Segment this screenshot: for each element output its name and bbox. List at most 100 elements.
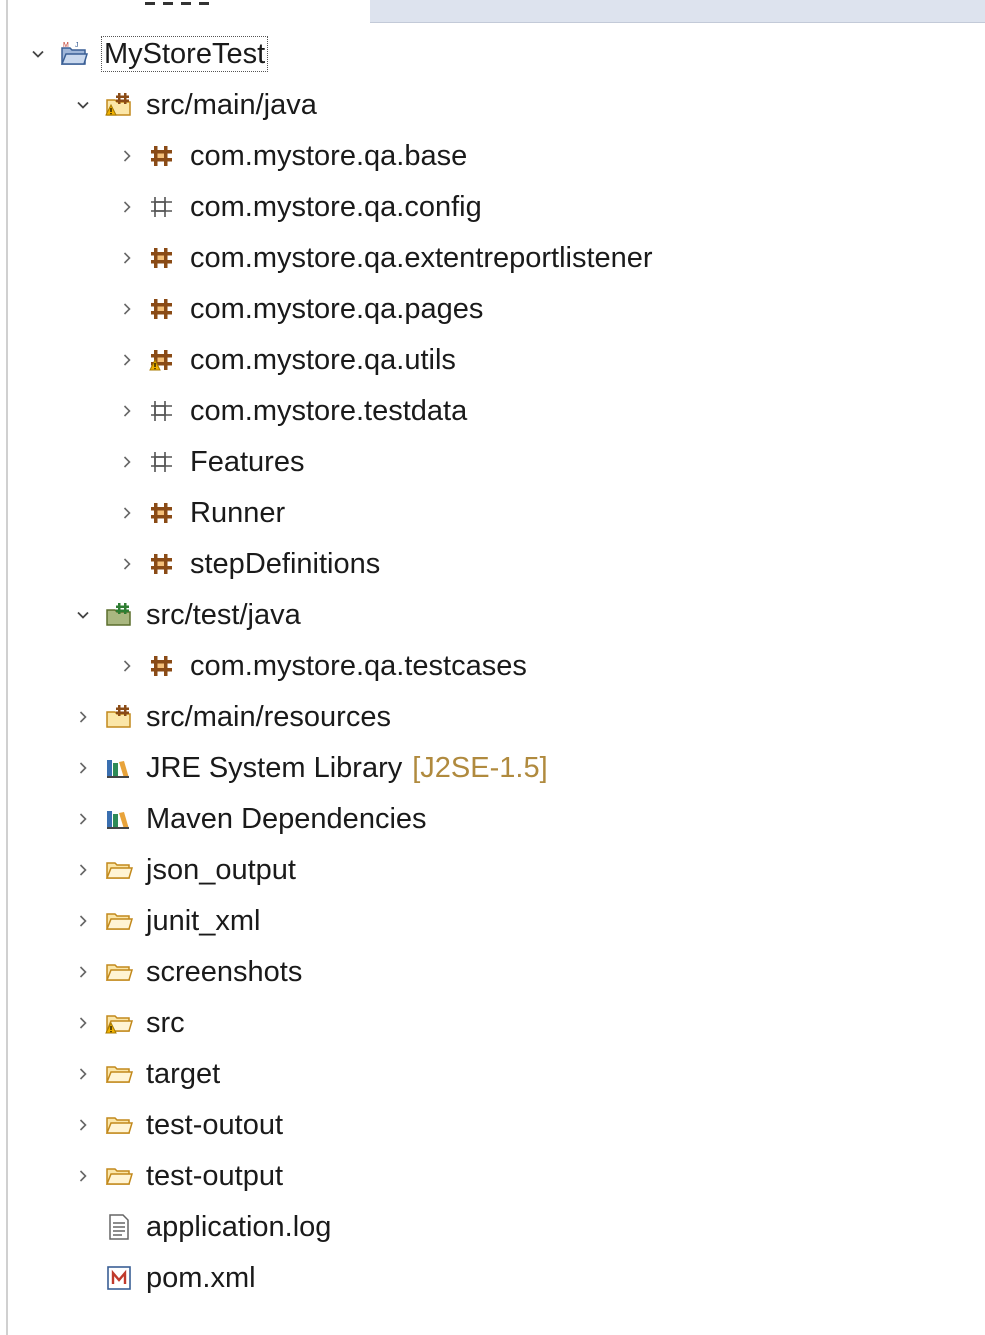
package-icon (148, 498, 178, 528)
chevron-right-icon[interactable] (72, 910, 94, 932)
chevron-right-icon[interactable] (72, 808, 94, 830)
folder-icon (104, 1059, 134, 1089)
empty-package-icon (148, 396, 178, 426)
maven-pom-icon (104, 1263, 134, 1293)
chevron-down-icon[interactable] (72, 94, 94, 116)
package-icon (148, 294, 178, 324)
tree-item-folder[interactable]: target (72, 1048, 220, 1099)
package-warning-icon (148, 345, 178, 375)
chevron-right-icon[interactable] (116, 145, 138, 167)
tree-item-label: com.mystore.qa.base (190, 139, 468, 172)
tree-item-maven-dependencies[interactable]: Maven Dependencies (72, 793, 427, 844)
folder-icon (104, 855, 134, 885)
folder-icon (104, 1161, 134, 1191)
chevron-right-icon[interactable] (72, 1063, 94, 1085)
tree-item-package[interactable]: com.mystore.qa.pages (116, 283, 483, 334)
tree-item-folder[interactable]: junit_xml (72, 895, 260, 946)
library-icon (104, 804, 134, 834)
chevron-down-icon[interactable] (27, 43, 49, 65)
package-icon (148, 141, 178, 171)
chevron-right-icon[interactable] (116, 502, 138, 524)
text-file-icon (104, 1212, 134, 1242)
chevron-right-icon[interactable] (72, 1114, 94, 1136)
tree-item-label: com.mystore.qa.extentreportlistener (190, 241, 653, 274)
chevron-right-icon[interactable] (116, 247, 138, 269)
tree-item-src-test-java[interactable]: src/test/java (72, 589, 301, 640)
folder-warning-icon (104, 1008, 134, 1038)
tree-item-label: screenshots (146, 955, 303, 988)
tree-item-jre-library[interactable]: JRE System Library [J2SE-1.5] (72, 742, 548, 793)
tree-item-label: com.mystore.testdata (190, 394, 468, 427)
tree-item-folder[interactable]: test-outout (72, 1099, 283, 1150)
chevron-right-icon[interactable] (72, 859, 94, 881)
tree-item-label: pom.xml (146, 1261, 256, 1294)
chevron-right-icon[interactable] (116, 655, 138, 677)
tree-item-label: junit_xml (146, 904, 261, 937)
tree-item-package[interactable]: stepDefinitions (116, 538, 380, 589)
chevron-right-icon[interactable] (116, 298, 138, 320)
tree-item-package[interactable]: com.mystore.qa.config (116, 181, 482, 232)
folder-icon (104, 906, 134, 936)
tree-item-package[interactable]: com.mystore.qa.utils (116, 334, 456, 385)
horizontal-scrollbar[interactable] (370, 0, 985, 23)
chevron-right-icon[interactable] (116, 553, 138, 575)
tree-item-label: target (146, 1057, 221, 1090)
chevron-right-icon[interactable] (116, 349, 138, 371)
project-icon (59, 39, 89, 69)
tree-item-package[interactable]: Runner (116, 487, 285, 538)
tree-item-label: com.mystore.qa.pages (190, 292, 484, 325)
tree-item-folder[interactable]: screenshots (72, 946, 302, 997)
tree-item-label: test-outout (146, 1108, 284, 1141)
tree-item-label: Features (190, 445, 305, 478)
tree-item-label: src (146, 1006, 185, 1039)
tree-item-label: JRE System Library (146, 751, 403, 784)
tree-item-label: src/main/java (146, 88, 317, 121)
tree-item-label: Runner (190, 496, 286, 529)
test-source-folder-icon (104, 600, 134, 630)
tree-item-label: Maven Dependencies (146, 802, 427, 835)
tree-item-package[interactable]: Features (116, 436, 304, 487)
package-icon (148, 651, 178, 681)
tree-item-folder[interactable]: src (72, 997, 185, 1048)
tree-item-src-main-resources[interactable]: src/main/resources (72, 691, 391, 742)
tree-item-project[interactable]: MyStoreTest (27, 28, 269, 79)
chevron-right-icon[interactable] (72, 757, 94, 779)
chevron-right-icon[interactable] (116, 400, 138, 422)
tree-item-file[interactable]: pom.xml (72, 1252, 256, 1303)
tree-item-label: com.mystore.qa.config (190, 190, 482, 223)
tree-item-package[interactable]: com.mystore.qa.testcases (116, 640, 527, 691)
tree-item-package[interactable]: com.mystore.testdata (116, 385, 467, 436)
tree-item-file[interactable]: application.log (72, 1201, 331, 1252)
tree-item-package[interactable]: com.mystore.qa.extentreportlistener (116, 232, 653, 283)
empty-package-icon (148, 192, 178, 222)
tree-item-label: com.mystore.qa.testcases (190, 649, 527, 682)
chevron-right-icon[interactable] (72, 1012, 94, 1034)
tree-item-label: com.mystore.qa.utils (190, 343, 456, 376)
empty-package-icon (148, 447, 178, 477)
chevron-down-icon[interactable] (72, 604, 94, 626)
chevron-right-icon[interactable] (116, 196, 138, 218)
package-icon (148, 243, 178, 273)
tree-item-src-main-java[interactable]: src/main/java (72, 79, 317, 130)
chevron-right-icon[interactable] (72, 961, 94, 983)
chevron-right-icon[interactable] (116, 451, 138, 473)
chevron-right-icon[interactable] (72, 1165, 94, 1187)
tree-item-label: src/main/resources (146, 700, 391, 733)
tree-item-label: MyStoreTest (101, 35, 269, 72)
left-pane-border (6, 0, 8, 1335)
tree-item-label: src/test/java (146, 598, 301, 631)
source-folder-icon (104, 90, 134, 120)
tree-item-package[interactable]: com.mystore.qa.base (116, 130, 467, 181)
package-icon (148, 549, 178, 579)
clipped-previous-row (145, 0, 240, 8)
source-folder-icon (104, 702, 134, 732)
chevron-right-icon[interactable] (72, 706, 94, 728)
folder-icon (104, 957, 134, 987)
folder-icon (104, 1110, 134, 1140)
tree-item-folder[interactable]: json_output (72, 844, 296, 895)
tree-item-folder[interactable]: test-output (72, 1150, 283, 1201)
library-icon (104, 753, 134, 783)
tree-item-label: application.log (146, 1210, 332, 1243)
